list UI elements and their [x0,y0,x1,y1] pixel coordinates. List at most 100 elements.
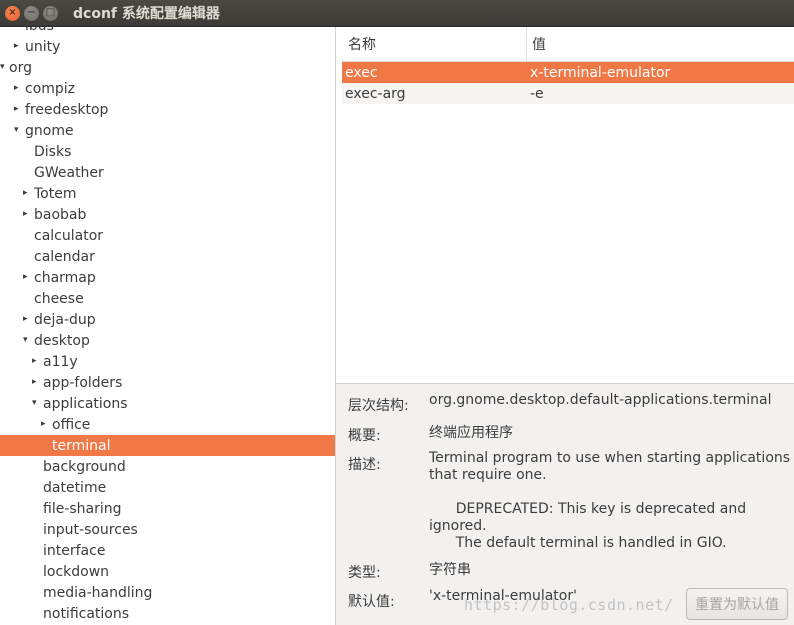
tree-item-label: office [52,416,91,433]
description-line: DEPRECATED: This key is deprecated and [429,501,747,517]
key-list-header: 名称 值 [342,27,794,62]
tree-item-a11y[interactable]: ▸ a11y [0,351,335,372]
tree-item-ibus[interactable]: ▸ibus [0,27,335,36]
column-header-value[interactable]: 值 [527,27,794,61]
tree-item-app-folders[interactable]: ▸ app-folders [0,372,335,393]
key-list: 名称 值 exec x-terminal-emulator exec-arg -… [342,27,794,383]
tree-item-calendar[interactable]: calendar [0,246,335,267]
key-name: exec-arg [345,85,406,102]
collapsed-arrow-icon[interactable]: ▸ [14,105,23,114]
tree-item-org[interactable]: ▾ org [0,57,335,78]
collapsed-arrow-icon[interactable]: ▸ [41,420,50,429]
tree-item-applications[interactable]: ▾ applications [0,393,335,414]
tree-item-label: calculator [34,227,104,244]
tree-item-baobab[interactable]: ▸ baobab [0,204,335,225]
tree-item-label: freedesktop [25,101,109,118]
tree-item-label: Totem [34,185,77,202]
tree-item-label: file-sharing [43,500,122,517]
tree-item-file-sharing[interactable]: file-sharing [0,498,335,519]
tree-item-label: background [43,458,126,475]
key-row-exec-arg[interactable]: exec-arg -e [342,83,794,104]
tree-item-label: unity [25,38,61,55]
tree-item-gweather[interactable]: GWeather [0,162,335,183]
collapsed-arrow-icon[interactable]: ▸ [32,378,41,387]
tree-item-unity[interactable]: ▸ unity [0,36,335,57]
summary-value: 终端应用程序 [429,425,513,441]
tree-item-label: gnome [25,122,74,139]
tree-item-label: charmap [34,269,96,286]
tree-item-freedesktop[interactable]: ▸ freedesktop [0,99,335,120]
tree-item-label: Disks [34,143,72,160]
description-label: 描述: [348,457,381,473]
collapsed-arrow-icon[interactable]: ▸ [14,27,23,30]
schema-tree-list: ▸ibus▸unity▾org▸compiz▸freedesktop▾gnome… [0,27,335,624]
tree-item-label: a11y [43,353,78,370]
collapsed-arrow-icon[interactable]: ▸ [23,315,32,324]
tree-item-label: interface [43,542,106,559]
tree-item-input-sources[interactable]: input-sources [0,519,335,540]
collapsed-arrow-icon[interactable]: ▸ [14,42,23,51]
tree-item-desktop[interactable]: ▾ desktop [0,330,335,351]
expanded-arrow-icon[interactable]: ▾ [32,399,41,408]
expanded-arrow-icon[interactable]: ▾ [0,63,7,72]
schema-value: org.gnome.desktop.default-applications.t… [429,392,772,408]
minimize-window-button[interactable]: − [24,5,39,21]
close-window-button[interactable]: × [5,5,20,21]
collapsed-arrow-icon[interactable]: ▸ [14,84,23,93]
tree-item-background[interactable]: background [0,456,335,477]
tree-item-label: calendar [34,248,95,265]
tree-item-label: baobab [34,206,87,223]
title-bar: × − □ dconf 系统配置编辑器 [0,0,794,27]
tree-item-datetime[interactable]: datetime [0,477,335,498]
tree-item-media-handling[interactable]: media-handling [0,582,335,603]
key-value[interactable]: x-terminal-emulator [527,65,794,81]
description-line: Terminal program to use when starting ap… [429,450,791,466]
maximize-window-button[interactable]: □ [43,5,58,21]
schema-tree[interactable]: ▸ibus▸unity▾org▸compiz▸freedesktop▾gnome… [0,27,336,625]
tree-item-terminal[interactable]: terminal [0,435,335,456]
expanded-arrow-icon[interactable]: ▾ [14,126,23,135]
key-details: 层次结构: org.gnome.desktop.default-applicat… [336,383,794,625]
tree-item-label: deja-dup [34,311,96,328]
tree-item-label: media-handling [43,584,153,601]
description-value: Terminal program to use when starting ap… [429,450,791,552]
collapsed-arrow-icon[interactable]: ▸ [23,210,32,219]
tree-item-cheese[interactable]: cheese [0,288,335,309]
key-value[interactable]: -e [527,86,794,102]
tree-item-label: terminal [52,437,111,454]
collapsed-arrow-icon[interactable]: ▸ [23,189,32,198]
collapsed-arrow-icon[interactable]: ▸ [32,357,41,366]
description-line: The default terminal is handled in GIO. [429,535,727,551]
reset-to-default-button[interactable]: 重置为默认值 [686,588,788,620]
tree-item-label: app-folders [43,374,123,391]
tree-item-totem[interactable]: ▸ Totem [0,183,335,204]
tree-item-charmap[interactable]: ▸ charmap [0,267,335,288]
tree-item-lockdown[interactable]: lockdown [0,561,335,582]
tree-item-interface[interactable]: interface [0,540,335,561]
tree-item-label: desktop [34,332,90,349]
tree-item-compiz[interactable]: ▸ compiz [0,78,335,99]
type-label: 类型: [348,565,381,581]
watermark: https://blog.csdn.net/ [464,596,674,614]
type-value: 字符串 [429,562,471,578]
tree-item-label: ibus [23,27,54,34]
expanded-arrow-icon[interactable]: ▾ [23,336,32,345]
tree-item-label: applications [43,395,128,412]
tree-item-disks[interactable]: Disks [0,141,335,162]
description-line: that require one. [429,467,547,483]
key-row-exec[interactable]: exec x-terminal-emulator [342,62,794,83]
tree-item-gnome[interactable]: ▾ gnome [0,120,335,141]
schema-label: 层次结构: [348,398,409,414]
key-name: exec [345,64,378,81]
tree-item-label: cheese [34,290,84,307]
tree-item-notifications[interactable]: notifications [0,603,335,624]
tree-item-label: notifications [43,605,130,622]
column-header-name[interactable]: 名称 [342,27,527,61]
tree-item-label: datetime [43,479,107,496]
tree-item-deja-dup[interactable]: ▸ deja-dup [0,309,335,330]
tree-item-office[interactable]: ▸ office [0,414,335,435]
tree-item-calculator[interactable]: calculator [0,225,335,246]
collapsed-arrow-icon[interactable]: ▸ [23,273,32,282]
tree-item-label: org [9,59,32,76]
tree-item-label: input-sources [43,521,138,538]
